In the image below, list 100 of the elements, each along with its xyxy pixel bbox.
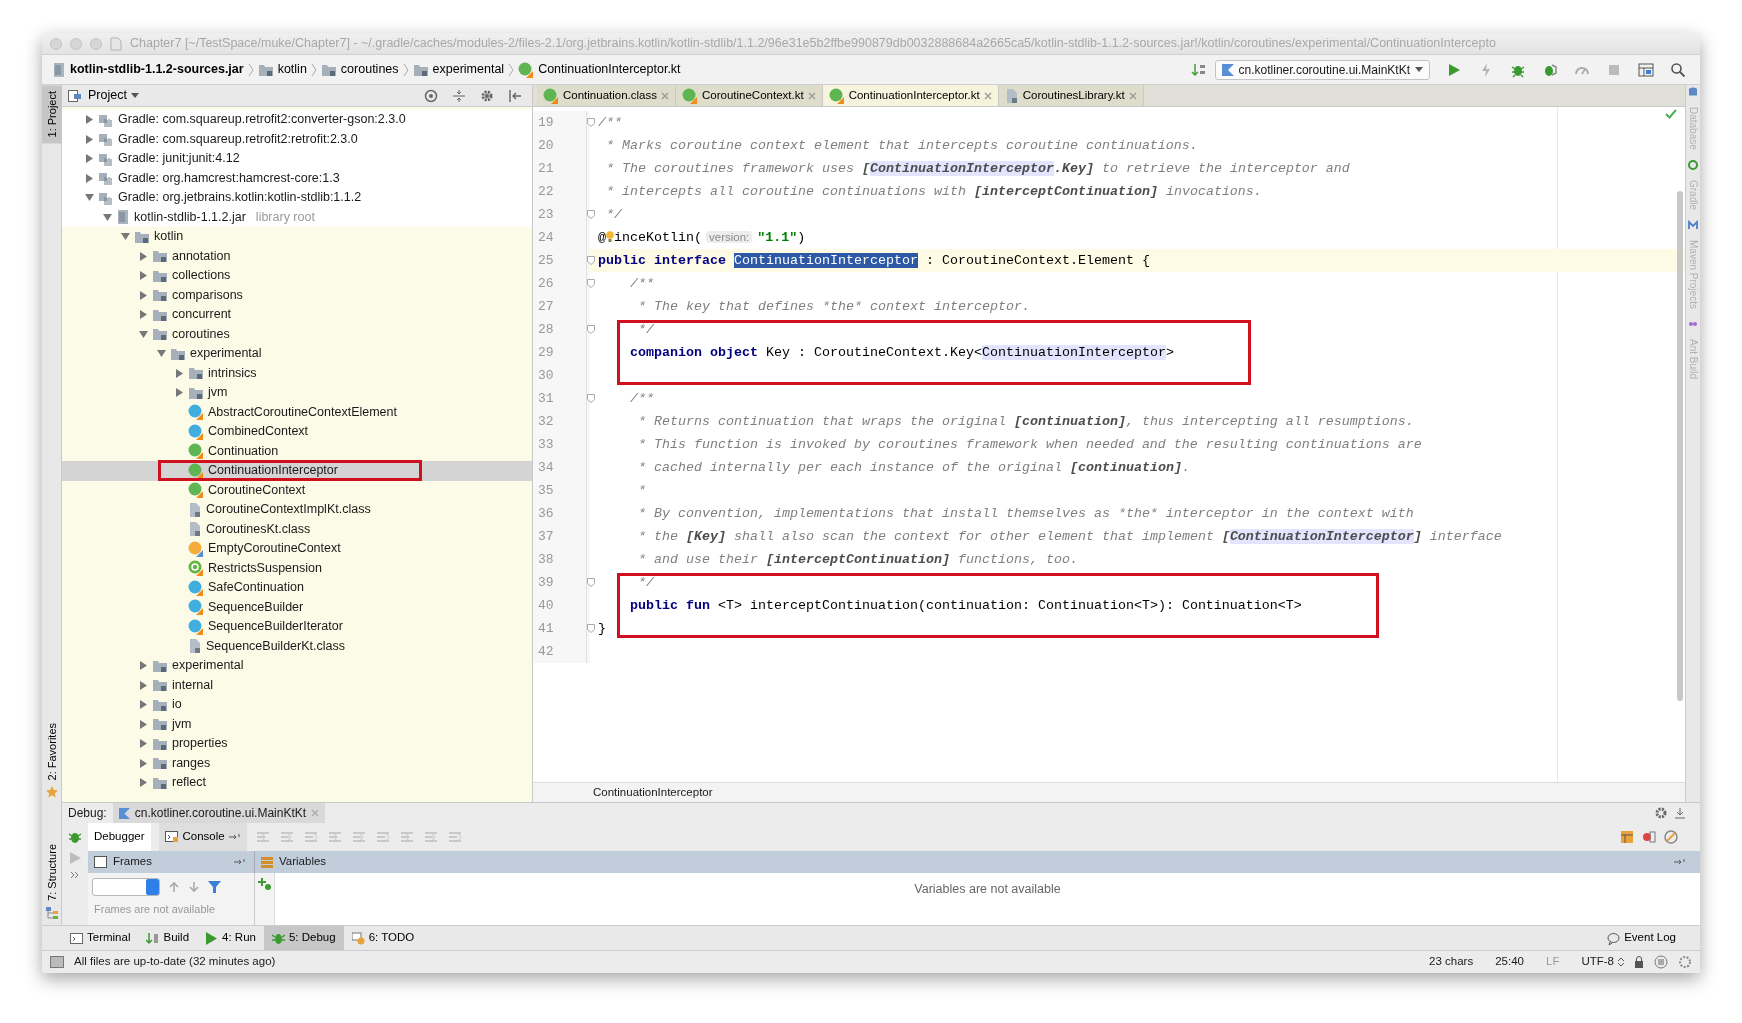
collapsed-arrow-icon[interactable] <box>174 388 184 398</box>
tree-row[interactable]: concurrent <box>62 305 532 325</box>
tree-row[interactable]: internal <box>62 675 532 695</box>
sort-icon[interactable] <box>1190 61 1207 78</box>
gear-icon[interactable] <box>1654 806 1668 820</box>
down-arrow-icon[interactable] <box>188 881 200 893</box>
tree-row[interactable]: intrinsics <box>62 363 532 383</box>
collapsed-arrow-icon[interactable] <box>138 661 148 671</box>
tree-row[interactable]: properties <box>62 734 532 754</box>
editor-tab[interactable]: Continuation.class <box>537 85 676 106</box>
breadcrumb-item[interactable]: ContinuationInterceptor.kt <box>514 60 685 79</box>
close-icon[interactable] <box>1128 91 1137 100</box>
debug-tab[interactable]: Console <box>158 823 247 851</box>
event-log-button[interactable]: Event Log <box>1599 925 1684 951</box>
run-icon[interactable] <box>1446 61 1462 78</box>
breakpoints-icon[interactable] <box>1642 830 1656 844</box>
run-configuration-dropdown[interactable]: cn.kotliner.coroutine.ui.MainKtKt <box>1214 59 1430 80</box>
breadcrumb-item[interactable]: coroutines <box>316 60 403 79</box>
collapsed-arrow-icon[interactable] <box>138 680 148 690</box>
fold-marker-icon[interactable] <box>587 210 595 219</box>
breadcrumb-item[interactable]: ContinuationInterceptor <box>593 783 713 802</box>
expanded-arrow-icon[interactable] <box>138 329 148 339</box>
expanded-arrow-icon[interactable] <box>156 349 166 359</box>
close-icon[interactable] <box>983 91 992 100</box>
tree-row[interactable]: kotlin <box>62 227 532 247</box>
tree-row[interactable]: jvm <box>62 714 532 734</box>
lock-icon[interactable] <box>1634 956 1644 968</box>
tool-windows-toggle-icon[interactable] <box>50 956 64 968</box>
editor-tab[interactable]: ContinuationInterceptor.kt <box>822 85 999 106</box>
lightbulb-icon[interactable] <box>606 230 614 245</box>
tool-window-button[interactable]: 5: Debug <box>263 925 344 951</box>
close-icon[interactable] <box>807 91 816 100</box>
tree-row[interactable]: SequenceBuilderKt.class <box>62 636 532 656</box>
editor-tab[interactable]: CoroutinesLibrary.kt <box>998 85 1144 106</box>
tree-row[interactable]: reflect <box>62 773 532 793</box>
editor-tab[interactable]: CoroutineContext.kt <box>676 85 823 106</box>
tool-window-tab[interactable]: 7: Structure <box>42 838 62 907</box>
tree-row[interactable]: SequenceBuilder <box>62 597 532 617</box>
collapsed-arrow-icon[interactable] <box>138 251 148 261</box>
collapsed-arrow-icon[interactable] <box>138 271 148 281</box>
locate-icon[interactable] <box>424 88 438 103</box>
collapse-all-icon[interactable] <box>452 88 466 103</box>
tool-window-button[interactable]: Build <box>138 925 198 951</box>
tree-row[interactable]: SequenceBuilderIterator <box>62 617 532 637</box>
tool-window-button[interactable]: Terminal <box>62 925 139 951</box>
collapsed-arrow-icon[interactable] <box>138 290 148 300</box>
fold-marker-icon[interactable] <box>587 279 595 288</box>
session-tab[interactable]: cn.kotliner.coroutine.ui.MainKtKt <box>112 803 326 823</box>
collapsed-arrow-icon[interactable] <box>84 173 94 183</box>
collapsed-arrow-icon[interactable] <box>138 310 148 320</box>
close-icon[interactable] <box>311 809 320 817</box>
collapsed-arrow-icon[interactable] <box>138 719 148 729</box>
fold-marker-icon[interactable] <box>587 624 595 633</box>
tool-window-button[interactable]: 4: Run <box>197 925 264 951</box>
add-watch-icon[interactable] <box>257 877 272 891</box>
collapsed-arrow-icon[interactable] <box>138 700 148 710</box>
tree-row[interactable]: ranges <box>62 753 532 773</box>
tree-row[interactable]: io <box>62 695 532 715</box>
more-icon[interactable] <box>70 871 80 879</box>
tree-row[interactable]: EmptyCoroutineContext <box>62 539 532 559</box>
tool-window-button[interactable]: 6: TODO <box>343 925 423 951</box>
fold-marker-icon[interactable] <box>587 394 595 403</box>
fold-marker-icon[interactable] <box>587 118 595 127</box>
up-arrow-icon[interactable] <box>168 881 180 893</box>
filter-icon[interactable] <box>208 881 221 893</box>
status-field[interactable]: 23 chars <box>1429 953 1474 971</box>
tree-row[interactable]: experimental <box>62 344 532 364</box>
fold-marker-icon[interactable] <box>587 578 595 587</box>
collapsed-arrow-icon[interactable] <box>84 134 94 144</box>
tree-row[interactable]: Continuation <box>62 441 532 461</box>
pin-icon[interactable] <box>1674 858 1686 866</box>
close-icon[interactable] <box>661 91 669 100</box>
hide-icon[interactable] <box>508 88 522 103</box>
tree-row[interactable]: ContinuationInterceptor <box>62 461 532 481</box>
restore-layout-icon[interactable] <box>1620 830 1634 844</box>
pin-icon[interactable] <box>234 858 246 866</box>
tree-row[interactable]: Gradle: com.squareup.retrofit2:retrofit:2.3.0 <box>62 129 532 149</box>
search-icon[interactable] <box>1670 61 1686 78</box>
tree-row[interactable]: CoroutineContextImplKt.class <box>62 500 532 520</box>
gear-icon[interactable] <box>480 88 494 103</box>
tree-row[interactable]: experimental <box>62 656 532 676</box>
tree-row[interactable]: Gradle: junit:junit:4.12 <box>62 149 532 169</box>
tree-row[interactable]: coroutines <box>62 324 532 344</box>
expanded-arrow-icon[interactable] <box>84 193 94 203</box>
tree-row[interactable]: Gradle: com.squareup.retrofit2:converter-gson:2.3.0 <box>62 110 532 130</box>
tool-window-tab[interactable]: 1: Project <box>42 85 62 144</box>
tree-row[interactable]: CombinedContext <box>62 422 532 442</box>
tree-row[interactable]: SafeContinuation <box>62 578 532 598</box>
tree-row[interactable]: annotation <box>62 246 532 266</box>
debug-tab[interactable]: Debugger <box>88 823 151 851</box>
breadcrumb-item[interactable]: kotlin-stdlib-1.1.2-sources.jar <box>48 60 248 79</box>
collapsed-arrow-icon[interactable] <box>138 778 148 788</box>
thread-dropdown[interactable] <box>92 878 160 896</box>
tree-row[interactable]: CoroutinesKt.class <box>62 519 532 539</box>
minimize-icon[interactable] <box>1674 807 1686 819</box>
breadcrumb-item[interactable]: kotlin <box>253 60 311 79</box>
expanded-arrow-icon[interactable] <box>102 212 112 222</box>
tree-row[interactable]: kotlin-stdlib-1.1.2.jar library root <box>62 207 532 227</box>
project-view-dropdown[interactable]: Project <box>88 86 139 105</box>
tree-row[interactable]: comparisons <box>62 285 532 305</box>
